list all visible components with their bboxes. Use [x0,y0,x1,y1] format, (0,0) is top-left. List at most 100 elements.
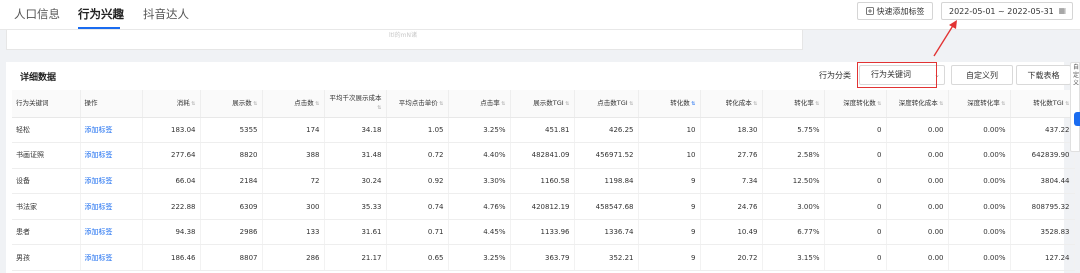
tab-douyin-influencer[interactable]: 抖音达人 [143,6,189,22]
table-cell: 437.22 [1010,117,1075,144]
table-cell: 9 [638,193,701,220]
table-cell: 0.92 [386,168,449,195]
table-cell: 127.24 [1010,244,1075,272]
table-cell: 7.34 [700,168,763,195]
tab-behavior-interest[interactable]: 行为兴趣 [78,6,124,22]
sort-icon[interactable]: ⇅ [690,101,695,107]
table-cell: 10 [638,117,701,144]
table-cell: 426.25 [574,117,639,144]
column-header[interactable]: 平均点击单价 ⇅ [386,90,449,118]
table-row: 设备 添加标签 66.04 2184 72 30.24 0.92 3.30% 1160.58 11… [12,168,1075,195]
table-cell: 4.40% [448,142,511,169]
column-header[interactable]: 点击数TGI ⇅ [574,90,639,118]
table-cell: 133 [262,219,325,246]
keyword-cell: 患者 [12,219,81,246]
add-tag-link[interactable]: 添加标签 [80,117,143,144]
add-tag-link[interactable]: 添加标签 [80,142,143,169]
column-header[interactable]: 深度转化数 ⇅ [824,90,887,118]
custom-columns-label: 自定义列 [966,70,998,80]
sort-icon[interactable]: ⇅ [500,101,505,107]
table-cell: 174 [262,117,325,144]
keyword-cell: 书画证照 [12,142,81,169]
column-header[interactable]: 点击数 ⇅ [262,90,325,118]
column-header-label: 转化成本 [725,98,752,107]
table-cell: 3.25% [448,117,511,144]
download-table-button[interactable]: 下载表格 [1016,65,1071,85]
column-header[interactable]: 转化率 ⇅ [762,90,825,118]
add-tag-link[interactable]: 添加标签 [80,193,143,220]
table-cell: 9 [638,244,701,272]
table-cell: 5355 [200,117,263,144]
column-header-label: 消耗 [176,98,190,107]
column-header[interactable]: 展示数 ⇅ [200,90,263,118]
keyword-cell: 设备 [12,168,81,195]
table-cell: 0.74 [386,193,449,220]
tab-population[interactable]: 人口信息 [14,6,60,22]
table-cell: 3.00% [762,193,825,220]
table-cell: 24.76 [700,193,763,220]
table-cell: 0.00% [948,168,1011,195]
sort-icon[interactable]: ⇅ [190,101,195,107]
table-row: 书法家 添加标签 222.88 6309 300 35.33 0.74 4.76% 420812… [12,193,1075,220]
column-header[interactable]: 转化数 ⇅ [638,90,701,118]
column-header-label: 转化数TGI [1033,98,1064,107]
sort-icon[interactable]: ⇅ [628,101,633,107]
keyword-cell: 男孩 [12,244,81,272]
sort-icon[interactable]: ⇅ [252,101,257,107]
column-header[interactable]: 点击率 ⇅ [448,90,511,118]
sort-icon[interactable]: ⇅ [1064,101,1069,107]
column-header-label: 点击率 [480,98,500,107]
sort-icon[interactable]: ⇅ [314,101,319,107]
sort-icon[interactable]: ⇅ [814,101,819,107]
sort-icon[interactable]: ⇅ [438,101,443,107]
table-cell: 9 [638,168,701,195]
table-cell: 420812.19 [510,193,575,220]
table-cell: 3.15% [762,244,825,272]
column-header[interactable]: 消耗 ⇅ [142,90,201,118]
page-root: 人口信息 行为兴趣 抖音达人 快速添加标签 2022-05-01 ~ 2022-… [0,0,1080,273]
table-cell: 183.04 [142,117,201,144]
side-panel-text: 自定义 [1073,64,1080,87]
column-header[interactable]: 深度转化率 ⇅ [948,90,1011,118]
add-tag-link[interactable]: 添加标签 [80,244,143,272]
sort-icon[interactable]: ⇅ [938,101,943,107]
table-cell: 27.76 [700,142,763,169]
table-cell: 10 [638,142,701,169]
table-cell: 6309 [200,193,263,220]
detail-data-card: 详细数据 行为分类 行为关键词 ⌄ 自定义列 下载表格 行为关键词 操作 消耗 ⇅ 展… [6,62,1075,273]
table-cell: 0.65 [386,244,449,272]
column-header-label: 平均千次展示成本 [329,94,382,103]
table-cell: 0.00% [948,193,1011,220]
annotation-highlight-box [857,62,937,88]
sort-icon[interactable]: ⇅ [876,101,881,107]
quick-add-tag-button[interactable]: 快速添加标签 [857,2,933,20]
sort-icon[interactable]: ⇅ [564,101,569,107]
add-tag-link[interactable]: 添加标签 [80,168,143,195]
calendar-icon: ▦ [1058,6,1066,15]
table-cell: 94.38 [142,219,201,246]
table-cell: 0 [824,193,887,220]
custom-columns-button[interactable]: 自定义列 [951,65,1013,85]
column-header: 行为关键词 [12,90,81,118]
table-cell: 1336.74 [574,219,639,246]
table-cell: 8807 [200,244,263,272]
sort-icon[interactable]: ⇅ [377,105,381,111]
table-header-row: 行为关键词 操作 消耗 ⇅ 展示数 ⇅ 点击数 ⇅ 平均千次展示成本 ⇅ 平均点击单价 ⇅ 点… [12,90,1075,118]
sort-icon[interactable]: ⇅ [752,101,757,107]
side-panel-indicator [1074,112,1080,126]
add-tag-link[interactable]: 添加标签 [80,219,143,246]
column-header[interactable]: 深度转化成本 ⇅ [886,90,949,118]
table-cell: 0 [824,142,887,169]
column-header[interactable]: 转化成本 ⇅ [700,90,763,118]
table-cell: 0.00 [886,117,949,144]
column-header[interactable]: 转化数TGI ⇅ [1010,90,1075,118]
table-cell: 458547.68 [574,193,639,220]
table-cell: 6.77% [762,219,825,246]
column-header[interactable]: 展示数TGI ⇅ [510,90,575,118]
chart-card-bottom: ltl的mN诸 [6,30,803,50]
table-row: 患者 添加标签 94.38 2986 133 31.61 0.71 4.45% 1133.96 1… [12,219,1075,246]
table-cell: 0 [824,219,887,246]
column-header[interactable]: 平均千次展示成本 ⇅ [324,90,387,118]
table-cell: 0.72 [386,142,449,169]
sort-icon[interactable]: ⇅ [1000,101,1005,107]
